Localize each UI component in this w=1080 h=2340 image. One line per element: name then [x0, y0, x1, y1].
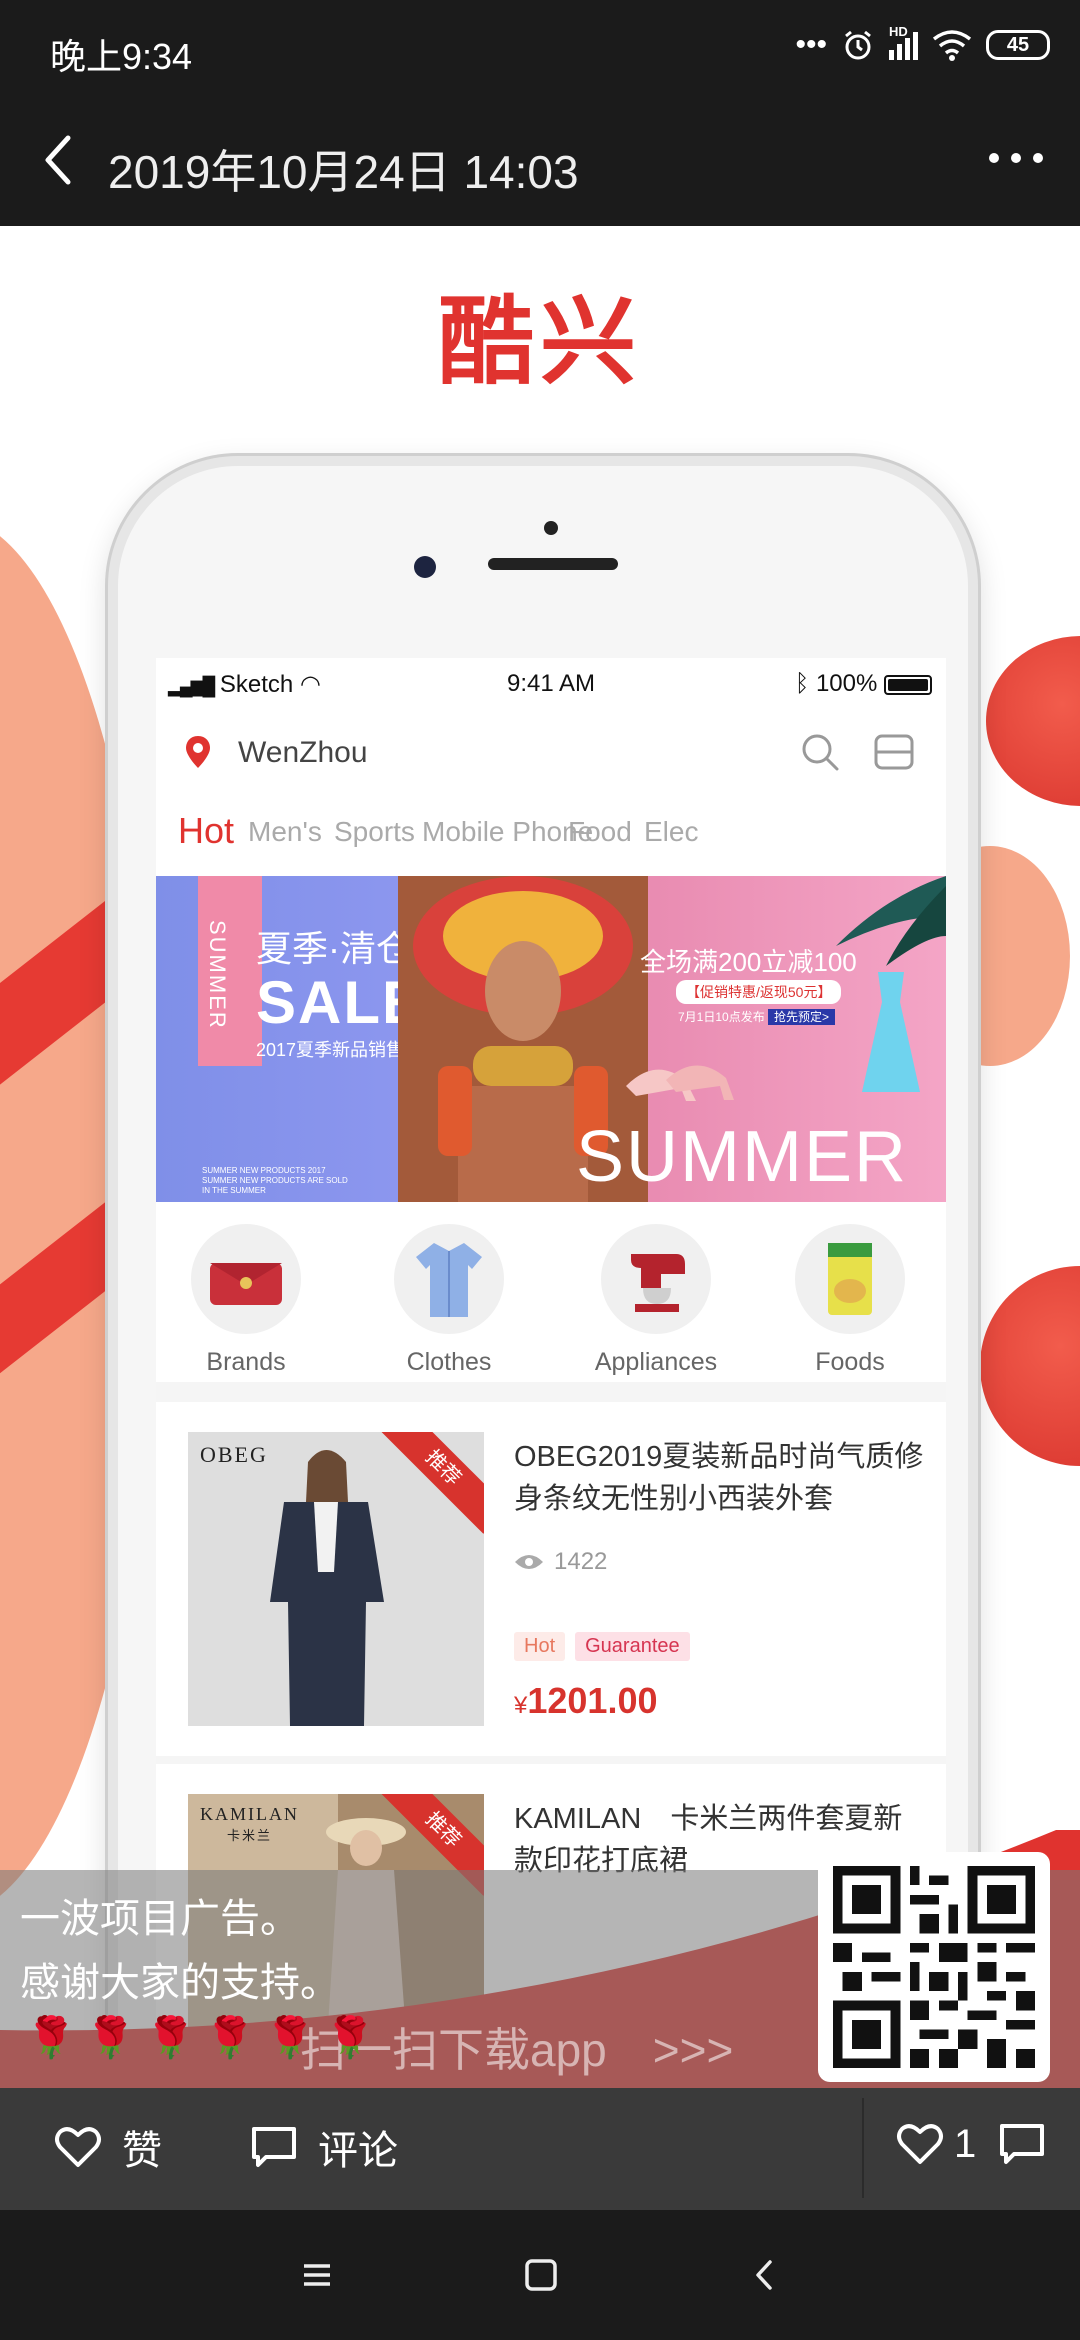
alarm-icon [845, 30, 871, 60]
tab-food[interactable]: Food [568, 816, 632, 848]
post-image[interactable]: 酷兴 ▂▄▆█ Sketch ◠ 9:41 AM ᛒ 100% WenZhou … [0, 226, 1080, 2088]
red-ball-right-2 [980, 1266, 1080, 1466]
mixer-icon [631, 1254, 685, 1312]
view-count: 1422 [514, 1548, 607, 1576]
banner-summer: SUMMER [576, 1117, 908, 1197]
ios-battery-icon [884, 674, 932, 695]
banner-headline: 夏季·清仓 [256, 928, 412, 969]
status-time: 晚上9:34 [50, 36, 193, 77]
phone-speaker [488, 558, 618, 570]
home-icon[interactable] [516, 2250, 566, 2300]
category-tabs: Hot Men's Sports Mobile Phone Food Elec [156, 796, 946, 876]
product-brand-logo: OBEG [200, 1442, 268, 1467]
comment-icon [1000, 2124, 1044, 2164]
tab-mens[interactable]: Men's [248, 816, 322, 848]
category-clothes[interactable]: Clothes [369, 1224, 529, 1377]
location-pin-icon[interactable] [184, 734, 212, 770]
qr-code-image [833, 1866, 1035, 2068]
product-price: ¥1201.00 [514, 1680, 658, 1721]
location-bar: WenZhou [156, 708, 946, 796]
status-icons: ••• HD 45 [795, 24, 1050, 62]
category-row: Brands Clothes Appliances Foods [156, 1202, 946, 1382]
category-brands[interactable]: Brands [166, 1224, 326, 1377]
product-image: OBEG 推荐 [188, 1432, 484, 1726]
guarantee-badge: Guarantee [575, 1632, 690, 1661]
menu-icon[interactable] [292, 2250, 342, 2300]
brand-title: 酷兴 [438, 289, 642, 396]
hd-label: HD [889, 24, 908, 39]
handbag-icon [210, 1263, 282, 1305]
dress-icon [862, 972, 920, 1092]
category-appliances[interactable]: Appliances [576, 1224, 736, 1377]
snack-bag-icon [828, 1243, 872, 1315]
title-bar: 2019年10月24日 14:03 [0, 100, 1080, 226]
high-heels-icon [626, 1065, 734, 1101]
comment-button[interactable]: 评论 [248, 2118, 398, 2176]
caption-line-1: 一波项目广告。 [20, 1897, 300, 1941]
palm-leaf-icon [836, 876, 946, 966]
rose-emojis: 🌹🌹🌹🌹🌹🌹 [26, 2016, 385, 2060]
hot-badge: Hot [514, 1632, 566, 1661]
red-ball-right [986, 636, 1080, 806]
ios-status-bar: ▂▄▆█ Sketch ◠ 9:41 AM ᛒ 100% [156, 658, 946, 708]
product-badges: Hot Guarantee [514, 1632, 690, 1661]
eye-icon [515, 1555, 543, 1569]
status-bar: 晚上9:34 ••• HD 45 [0, 0, 1080, 100]
banner-preorder-button[interactable]: 抢先预定> [768, 1009, 836, 1025]
screen-root: 晚上9:34 ••• HD 45 2019年10月24日 14:03 酷兴 ▂▄… [0, 0, 1080, 2340]
navigation-bar [0, 2210, 1080, 2340]
signal-icon: HD [889, 24, 918, 60]
wifi-icon [932, 30, 972, 61]
scan-icon[interactable] [872, 732, 916, 772]
back-arrow-icon[interactable] [36, 130, 86, 190]
tab-hot[interactable]: Hot [178, 810, 234, 852]
banner-small-text: SUMMER NEW PRODUCTS 2017 SUMMER NEW PROD… [202, 1166, 348, 1195]
phone-sensor [544, 521, 558, 535]
tab-electronics[interactable]: Elec [644, 816, 698, 848]
search-icon[interactable] [800, 732, 840, 772]
banner-promo-date: 7月1日10点发布 抢先预定> [678, 1008, 836, 1025]
banner-promo-tag: 【促销特惠/返现50元】 [676, 980, 842, 1004]
heart-icon [55, 2127, 101, 2167]
banner-vertical-text: SUMMER [205, 920, 230, 1030]
battery-indicator: 45 [986, 30, 1050, 60]
summer-sale-banner[interactable]: SUMMER 夏季·清仓 SALE 2017夏季新品销售 SUMMER NEW … [156, 876, 946, 1202]
post-datetime: 2019年10月24日 14:03 [108, 146, 579, 198]
category-foods[interactable]: Foods [770, 1224, 930, 1377]
product-card[interactable]: OBEG 推荐 OBEG2019夏装新品时尚气质修身条纹无性别小西装外套 142… [156, 1402, 946, 1756]
more-options-icon[interactable] [986, 148, 1046, 168]
heart-icon [897, 2124, 943, 2164]
back-icon[interactable] [740, 2250, 790, 2300]
like-count[interactable]: 1 [894, 2118, 976, 2170]
post-action-bar: 赞 评论 1 [0, 2088, 1080, 2210]
action-divider [862, 2098, 864, 2198]
comment-icon [252, 2127, 296, 2167]
banner-subtitle: 2017夏季新品销售 [256, 1040, 405, 1060]
phone-camera [414, 556, 436, 578]
comment-count-button[interactable] [996, 2118, 1048, 2170]
ios-battery: ᛒ 100% [795, 670, 932, 698]
bluetooth-icon: ᛒ [794, 670, 810, 697]
qr-code[interactable] [818, 1852, 1050, 2082]
more-notifications-icon: ••• [795, 28, 827, 61]
location-text[interactable]: WenZhou [238, 736, 368, 770]
caption-line-2: 感谢大家的支持。 [20, 1961, 340, 2005]
tab-sports[interactable]: Sports [334, 816, 415, 848]
like-button[interactable]: 赞 [52, 2118, 162, 2176]
shirt-icon [416, 1243, 482, 1317]
product-title[interactable]: OBEG2019夏装新品时尚气质修身条纹无性别小西装外套 [514, 1436, 924, 1520]
